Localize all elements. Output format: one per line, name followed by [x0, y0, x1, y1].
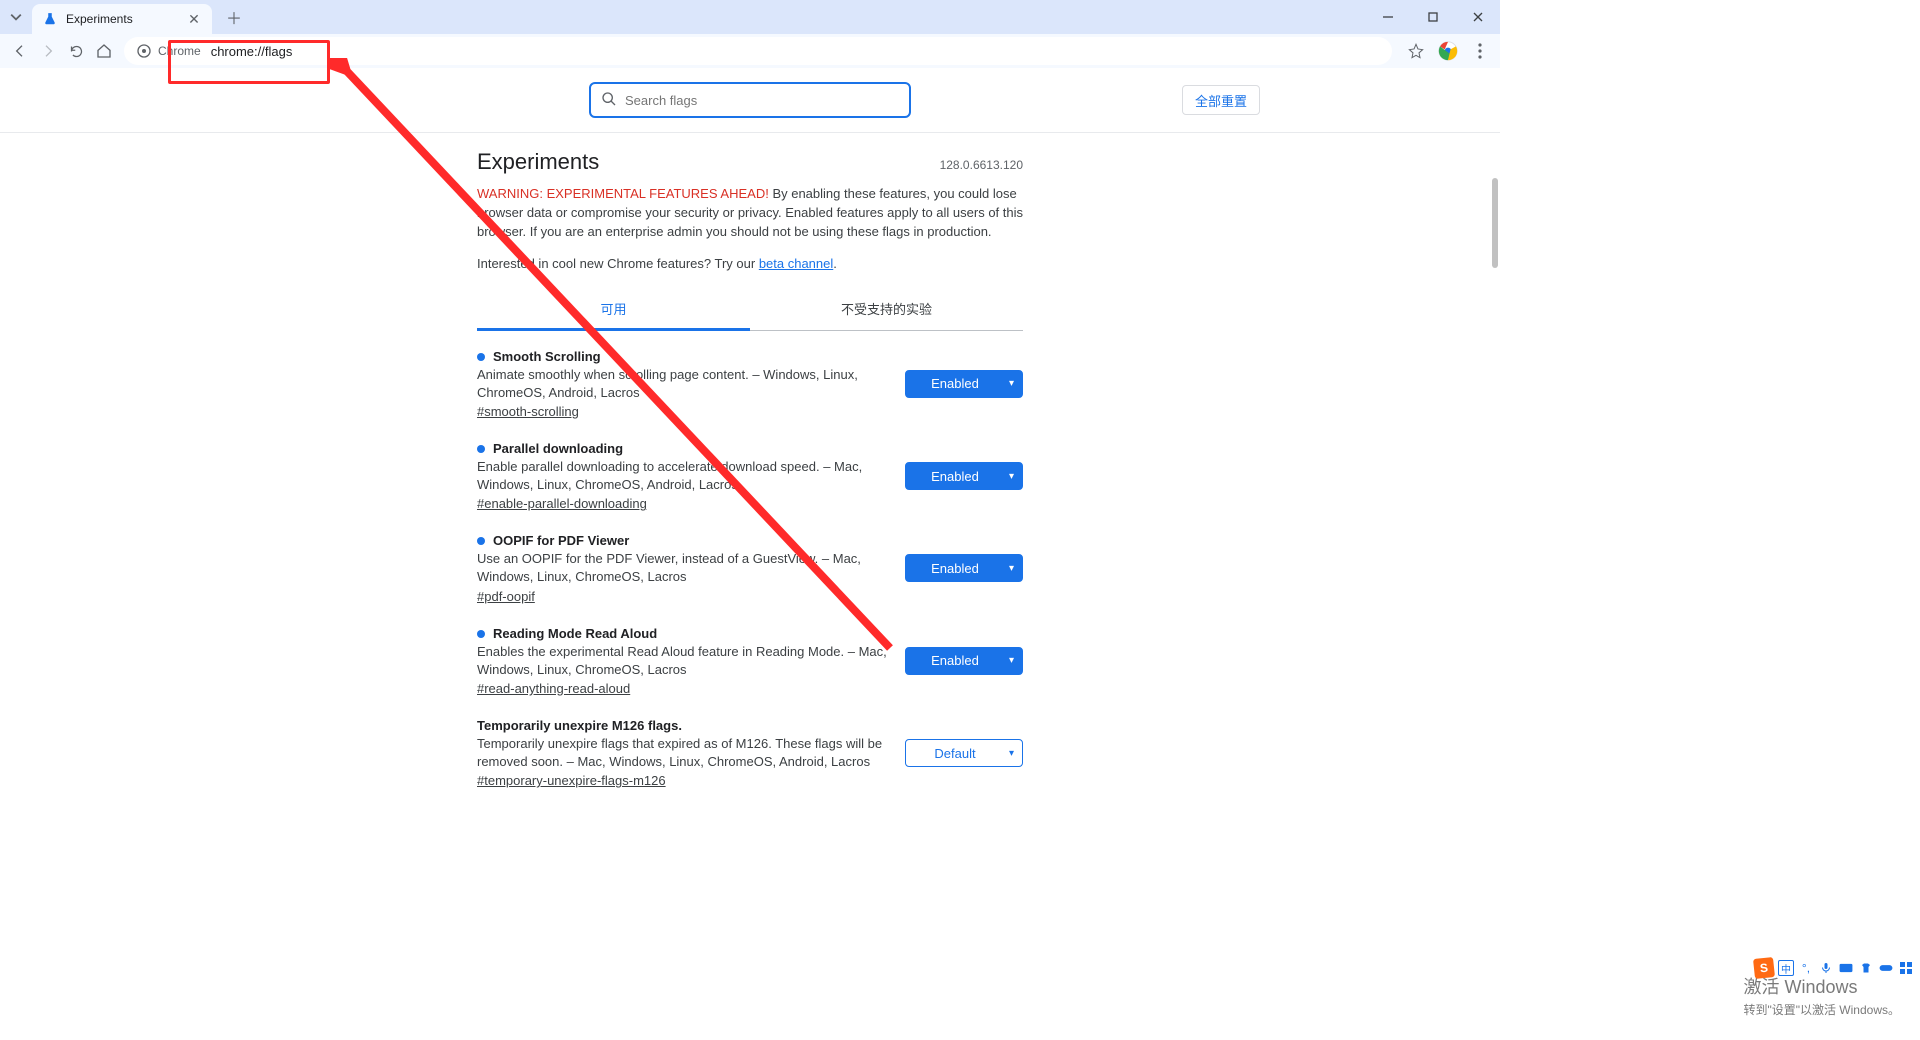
- flag-row: Temporarily unexpire M126 flags. Temporar…: [477, 718, 1023, 788]
- reset-all-button[interactable]: 全部重置: [1182, 85, 1260, 115]
- flag-dropdown[interactable]: Default▾: [905, 739, 1023, 767]
- new-tab-button[interactable]: ＋: [220, 3, 248, 31]
- flag-row: Smooth Scrolling Animate smoothly when sc…: [477, 349, 1023, 419]
- flag-title: Temporarily unexpire M126 flags.: [477, 718, 682, 733]
- ime-toolbox-icon[interactable]: [1898, 960, 1914, 976]
- modified-dot-icon: [477, 353, 485, 361]
- warning-text: WARNING: EXPERIMENTAL FEATURES AHEAD! By…: [477, 185, 1023, 242]
- main-content: Experiments 128.0.6613.120 WARNING: EXPE…: [477, 133, 1023, 812]
- flag-dropdown[interactable]: Enabled▾: [905, 647, 1023, 675]
- ime-keyboard-icon[interactable]: [1838, 960, 1854, 976]
- chevron-down-icon: ▾: [1009, 748, 1014, 759]
- sogou-ime-icon[interactable]: S: [1753, 957, 1775, 979]
- search-flags-box[interactable]: [589, 82, 911, 118]
- scrollbar-thumb[interactable]: [1492, 178, 1498, 268]
- profile-avatar-button[interactable]: [1434, 37, 1462, 65]
- annotation-highlight-box: [168, 40, 330, 84]
- flag-dropdown[interactable]: Enabled▾: [905, 370, 1023, 398]
- warning-prefix: WARNING: EXPERIMENTAL FEATURES AHEAD!: [477, 186, 769, 201]
- flag-permalink[interactable]: #pdf-oopif: [477, 589, 535, 604]
- flag-description: Animate smoothly when scrolling page con…: [477, 366, 893, 402]
- flag-title: Smooth Scrolling: [493, 349, 601, 364]
- flag-title: Parallel downloading: [493, 441, 623, 456]
- chevron-down-icon: ▾: [1009, 563, 1014, 574]
- flag-description: Temporarily unexpire flags that expired …: [477, 735, 893, 771]
- flag-dropdown[interactable]: Enabled▾: [905, 462, 1023, 490]
- search-icon: [601, 91, 617, 110]
- flag-row: OOPIF for PDF Viewer Use an OOPIF for the…: [477, 533, 1023, 603]
- forward-button[interactable]: [34, 37, 62, 65]
- ime-mic-icon[interactable]: [1818, 960, 1834, 976]
- flag-permalink[interactable]: #temporary-unexpire-flags-m126: [477, 773, 666, 788]
- tab-close-button[interactable]: ✕: [186, 11, 202, 27]
- flag-title: OOPIF for PDF Viewer: [493, 533, 629, 548]
- kebab-menu-button[interactable]: [1466, 37, 1494, 65]
- flag-title: Temporarily unexpire M127 flags.: [477, 810, 682, 812]
- flag-permalink[interactable]: #enable-parallel-downloading: [477, 496, 647, 511]
- flag-dropdown[interactable]: Enabled▾: [905, 554, 1023, 582]
- tab-title: Experiments: [66, 12, 186, 26]
- home-button[interactable]: [90, 37, 118, 65]
- bookmark-star-button[interactable]: [1402, 37, 1430, 65]
- ime-zh-icon[interactable]: 中: [1778, 960, 1794, 976]
- flags-list: Smooth Scrolling Animate smoothly when sc…: [477, 349, 1023, 812]
- close-window-button[interactable]: [1455, 0, 1500, 34]
- ime-punct-icon[interactable]: °,: [1798, 960, 1814, 976]
- flask-icon: [42, 11, 58, 27]
- tab-search-button[interactable]: [6, 7, 26, 27]
- maximize-button[interactable]: [1410, 0, 1455, 34]
- chevron-down-icon: ▾: [1009, 378, 1014, 389]
- chevron-down-icon: ▾: [1009, 655, 1014, 666]
- page-content: 全部重置 Experiments 128.0.6613.120 WARNING:…: [0, 68, 1500, 812]
- flags-tabs: 可用 不受支持的实验: [477, 289, 1023, 331]
- beta-channel-link[interactable]: beta channel: [759, 256, 833, 271]
- chrome-version: 128.0.6613.120: [940, 158, 1023, 172]
- ime-tray: S 中 °,: [1754, 958, 1914, 978]
- beta-suggestion: Interested in cool new Chrome features? …: [477, 256, 1023, 271]
- chevron-down-icon: ▾: [1009, 471, 1014, 482]
- flag-permalink[interactable]: #smooth-scrolling: [477, 404, 579, 419]
- modified-dot-icon: [477, 537, 485, 545]
- ime-skin-icon[interactable]: [1858, 960, 1874, 976]
- back-button[interactable]: [6, 37, 34, 65]
- flag-description: Enables the experimental Read Aloud feat…: [477, 643, 893, 679]
- url-text[interactable]: chrome://flags: [211, 44, 1380, 59]
- tabstrip: Experiments ✕ ＋: [6, 0, 248, 34]
- modified-dot-icon: [477, 630, 485, 638]
- watermark-line2: 转到"设置"以激活 Windows。: [1743, 1001, 1900, 1018]
- site-info-icon[interactable]: [136, 43, 152, 59]
- tab-unavailable[interactable]: 不受支持的实验: [750, 289, 1023, 330]
- tab-available[interactable]: 可用: [477, 289, 750, 331]
- browser-tab[interactable]: Experiments ✕: [32, 4, 212, 34]
- modified-dot-icon: [477, 445, 485, 453]
- flag-description: Enable parallel downloading to accelerat…: [477, 458, 893, 494]
- search-flags-input[interactable]: [625, 93, 899, 108]
- flag-title: Reading Mode Read Aloud: [493, 626, 657, 641]
- windows-activation-watermark: 激活 Windows 转到"设置"以激活 Windows。: [1743, 973, 1900, 1018]
- flag-row: Reading Mode Read Aloud Enables the exper…: [477, 626, 1023, 696]
- flag-permalink[interactable]: #read-anything-read-aloud: [477, 681, 630, 696]
- browser-titlebar: Experiments ✕ ＋: [0, 0, 1500, 34]
- flag-row: Parallel downloading Enable parallel down…: [477, 441, 1023, 511]
- minimize-button[interactable]: [1365, 0, 1410, 34]
- page-title: Experiments: [477, 149, 599, 175]
- reload-button[interactable]: [62, 37, 90, 65]
- flag-row: Temporarily unexpire M127 flags.Temporar…: [477, 810, 1023, 812]
- window-controls: [1365, 0, 1500, 34]
- flag-description: Use an OOPIF for the PDF Viewer, instead…: [477, 550, 893, 586]
- ime-game-icon[interactable]: [1878, 960, 1894, 976]
